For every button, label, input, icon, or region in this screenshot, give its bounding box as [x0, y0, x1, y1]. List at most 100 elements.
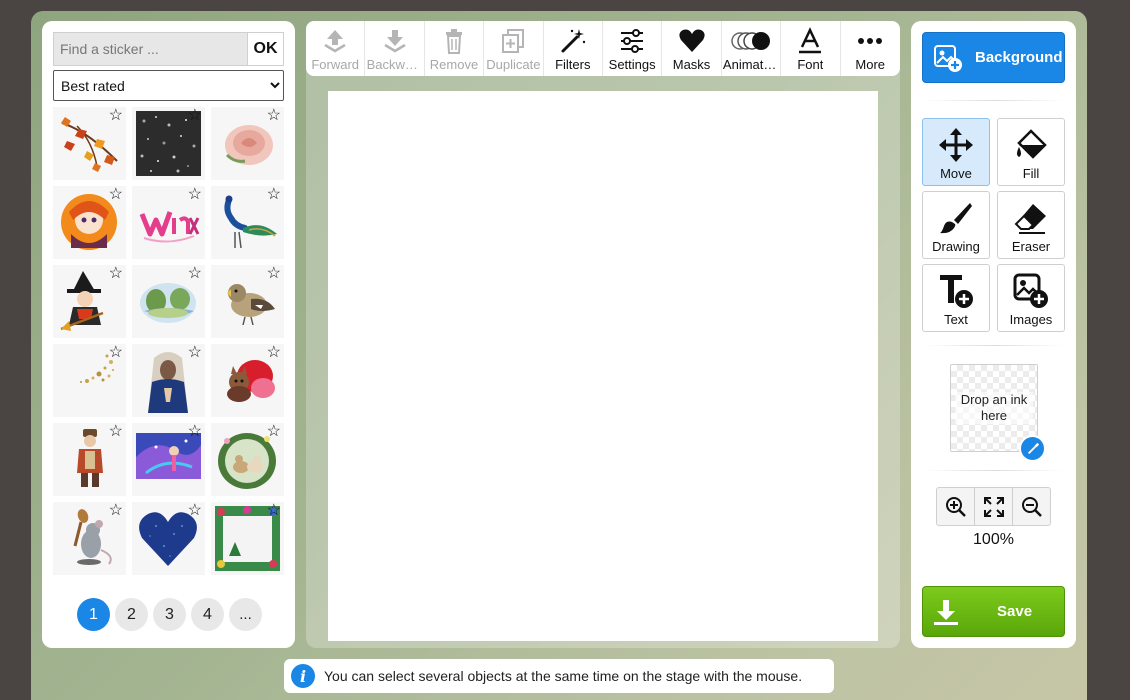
duplicate-icon: [502, 29, 525, 53]
eyedropper-button[interactable]: [1019, 435, 1046, 462]
sticker-item[interactable]: ☆: [132, 186, 205, 259]
download-icon: [934, 599, 958, 625]
images-tool-button[interactable]: Images: [997, 264, 1065, 332]
sticker-item[interactable]: ☆: [211, 265, 284, 338]
favorite-star-icon[interactable]: ☆: [109, 107, 123, 125]
eraser-tool-button[interactable]: Eraser: [997, 191, 1065, 259]
drawing-canvas[interactable]: [328, 91, 878, 641]
page-button-3[interactable]: 3: [153, 598, 186, 631]
more-button[interactable]: More: [841, 21, 900, 76]
background-image-icon: [934, 44, 962, 72]
duplicate-button[interactable]: Duplicate: [484, 21, 544, 76]
tip-text: You can select several objects at the sa…: [324, 668, 803, 684]
zoom-out-button[interactable]: [1013, 488, 1050, 525]
favorite-star-icon[interactable]: ☆: [267, 265, 281, 283]
eyedropper-icon: [1027, 442, 1039, 454]
text-tool-label: Text: [944, 312, 968, 327]
paint-bucket-icon: [1017, 129, 1047, 159]
favorite-star-icon[interactable]: ☆: [188, 186, 202, 204]
page-button-1[interactable]: 1: [77, 598, 110, 631]
sticker-item[interactable]: ☆: [211, 344, 284, 417]
drawing-tool-button[interactable]: Drawing: [922, 191, 990, 259]
sticker-item[interactable]: ☆: [211, 423, 284, 496]
text-tool-button[interactable]: Text: [922, 264, 990, 332]
zoom-in-button[interactable]: [937, 488, 975, 525]
tip-bar: i You can select several objects at the …: [284, 659, 834, 693]
divider: [923, 100, 1064, 101]
move-icon: [939, 128, 973, 162]
favorite-star-icon[interactable]: ☆: [188, 265, 202, 283]
sticker-search-input[interactable]: [54, 33, 247, 65]
animations-label: Animations: [722, 57, 779, 72]
favorite-star-icon[interactable]: ☆: [267, 344, 281, 362]
sticker-item[interactable]: ☆: [53, 265, 126, 338]
fill-tool-label: Fill: [1022, 166, 1040, 181]
background-button[interactable]: Background: [922, 32, 1065, 83]
filters-button[interactable]: Filters: [544, 21, 603, 76]
info-icon: i: [291, 664, 315, 688]
favorite-star-icon[interactable]: ☆: [109, 344, 123, 362]
favorite-star-icon[interactable]: ☆: [267, 502, 281, 520]
sticker-panel: OK Best rated ☆: [42, 21, 295, 648]
font-button[interactable]: Font: [781, 21, 841, 76]
settings-button[interactable]: Settings: [603, 21, 663, 76]
page-button-4[interactable]: 4: [191, 598, 224, 631]
backward-label: Backward: [366, 57, 423, 72]
zoom-controls: [936, 487, 1051, 526]
sticker-item[interactable]: ☆: [132, 344, 205, 417]
save-button[interactable]: Save: [922, 586, 1065, 637]
tools-panel: Background Move Fill Drawing Eraser Text…: [911, 21, 1076, 648]
sticker-item[interactable]: ☆: [132, 423, 205, 496]
sticker-item[interactable]: ☆: [53, 344, 126, 417]
sort-select[interactable]: Best rated: [53, 70, 284, 101]
remove-button[interactable]: Remove: [425, 21, 485, 76]
favorite-star-icon[interactable]: ☆: [109, 423, 123, 441]
trash-icon: [445, 29, 462, 54]
move-tool-button[interactable]: Move: [922, 118, 990, 186]
favorite-star-icon[interactable]: ☆: [267, 186, 281, 204]
zoom-in-icon: [945, 496, 966, 517]
forward-button[interactable]: Forward: [306, 21, 366, 76]
sticker-item[interactable]: ☆: [53, 502, 126, 575]
sticker-item[interactable]: ☆: [53, 423, 126, 496]
zoom-level: 100%: [973, 531, 1014, 548]
favorite-star-icon[interactable]: ☆: [188, 423, 202, 441]
background-label: Background: [975, 49, 1063, 66]
forward-label: Forward: [311, 57, 360, 72]
favorite-star-icon[interactable]: ☆: [109, 502, 123, 520]
sticker-item[interactable]: ☆: [211, 502, 284, 575]
favorite-star-icon[interactable]: ☆: [109, 186, 123, 204]
sticker-item[interactable]: ☆: [132, 107, 205, 180]
eraser-icon: [1014, 204, 1046, 234]
settings-label: Settings: [608, 57, 656, 72]
brush-icon: [940, 203, 972, 234]
favorite-star-icon[interactable]: ☆: [267, 107, 281, 125]
favorite-star-icon[interactable]: ☆: [188, 502, 202, 520]
sticker-item[interactable]: ☆: [53, 186, 126, 259]
favorite-star-icon[interactable]: ☆: [109, 265, 123, 283]
sticker-grid: ☆ ☆ ☆ ☆ ☆ ☆ ☆ ☆ ☆ ☆ ☆ ☆ ☆ ☆ ☆ ☆ ☆ ☆: [53, 107, 286, 575]
image-add-icon: [1013, 273, 1048, 308]
save-label: Save: [997, 603, 1033, 620]
sticker-item[interactable]: ☆: [53, 107, 126, 180]
fit-screen-button[interactable]: [975, 488, 1013, 525]
backward-button[interactable]: Backward: [365, 21, 425, 76]
sticker-item[interactable]: ☆: [132, 265, 205, 338]
animations-button[interactable]: Animations: [722, 21, 782, 76]
favorite-star-icon[interactable]: ☆: [188, 344, 202, 362]
favorite-star-icon[interactable]: ☆: [267, 423, 281, 441]
eraser-tool-label: Eraser: [1011, 239, 1051, 254]
sticker-item[interactable]: ☆: [211, 107, 284, 180]
fill-tool-button[interactable]: Fill: [997, 118, 1065, 186]
masks-button[interactable]: Masks: [662, 21, 722, 76]
tool-grid: Move Fill Drawing Eraser Text Images: [922, 118, 1065, 332]
search-ok-button[interactable]: OK: [247, 33, 283, 65]
page-button-more[interactable]: ...: [229, 598, 262, 631]
sticker-item[interactable]: ☆: [132, 502, 205, 575]
animation-icon: [731, 32, 770, 50]
ink-drop-text: Drop an ink here: [955, 392, 1033, 424]
top-toolbar: Forward Backward Remove Duplicate Filter…: [306, 21, 900, 76]
page-button-2[interactable]: 2: [115, 598, 148, 631]
sticker-item[interactable]: ☆: [211, 186, 284, 259]
favorite-star-icon[interactable]: ☆: [188, 107, 202, 125]
